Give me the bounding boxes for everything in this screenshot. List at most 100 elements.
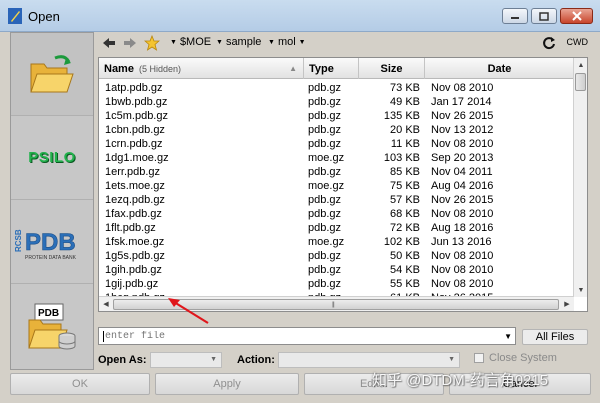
file-size-cell: 54 KB xyxy=(390,264,420,276)
svg-text:RCSB: RCSB xyxy=(14,229,23,252)
size-column-header[interactable]: Size xyxy=(359,58,425,79)
file-size-cell: 57 KB xyxy=(390,194,420,206)
file-date-cell: Nov 08 2010 xyxy=(431,264,494,276)
refresh-button[interactable] xyxy=(540,34,558,52)
file-size-cell: 73 KB xyxy=(390,82,420,94)
file-row[interactable]: 1fsk.moe.gz moe.gz 102 KB Jun 13 2016 xyxy=(99,235,574,249)
file-row[interactable]: 1atp.pdb.gz pdb.gz 73 KB Nov 08 2010 xyxy=(99,81,574,95)
title-bar: Open xyxy=(0,0,600,32)
type-column-header[interactable]: Type xyxy=(304,58,359,79)
path-segment-label: mol xyxy=(277,36,296,48)
file-filter-button[interactable]: All Files xyxy=(522,329,588,345)
vertical-scrollbar[interactable]: ▲ ▼ xyxy=(573,58,587,297)
window-title: Open xyxy=(28,9,60,24)
date-header-label: Date xyxy=(487,63,512,75)
file-name-input[interactable] xyxy=(101,329,497,343)
file-name-cell: 1c5m.pdb.gz xyxy=(105,110,168,122)
rcsb-pdb-source[interactable]: RCSB PDB PROTEIN DATA BANK xyxy=(11,200,93,284)
rcsb-pdb-logo: RCSB PDB PROTEIN DATA BANK xyxy=(14,228,77,260)
file-entry-combo[interactable]: ▼ xyxy=(98,327,516,345)
file-date-cell: Nov 08 2010 xyxy=(431,138,494,150)
file-type-cell: pdb.gz xyxy=(308,222,342,234)
file-name-cell: 1fax.pdb.gz xyxy=(105,208,162,220)
file-name-cell: 1flt.pdb.gz xyxy=(105,222,156,234)
scroll-right-icon[interactable]: ▶ xyxy=(560,297,574,311)
action-label: Action: xyxy=(237,354,275,366)
file-row[interactable]: 1flt.pdb.gz pdb.gz 72 KB Aug 18 2016 xyxy=(99,221,574,235)
file-size-cell: 11 KB xyxy=(390,138,420,150)
file-date-cell: Nov 04 2011 xyxy=(431,166,493,178)
dropdown-arrow-icon: ▼ xyxy=(216,38,223,46)
file-row[interactable]: 1dg1.moe.gz moe.gz 103 KB Sep 20 2013 xyxy=(99,151,574,165)
minimize-button[interactable] xyxy=(502,8,528,24)
pdb-database-source[interactable]: PDB xyxy=(11,284,93,370)
file-row[interactable]: 1ezq.pdb.gz pdb.gz 57 KB Nov 26 2015 xyxy=(99,193,574,207)
dropdown-arrow-icon: ▼ xyxy=(298,38,306,46)
path-segment-sample[interactable]: ▼ sample xyxy=(216,36,261,48)
maximize-button[interactable] xyxy=(531,8,557,24)
date-column-header[interactable]: Date xyxy=(425,58,574,79)
path-segment-mol[interactable]: ▼ mol ▼ xyxy=(268,36,309,48)
scroll-left-icon[interactable]: ◀ xyxy=(99,297,113,311)
hidden-count-label: (5 Hidden) xyxy=(138,64,181,74)
file-row[interactable]: 1fax.pdb.gz pdb.gz 68 KB Nov 08 2010 xyxy=(99,207,574,221)
file-date-cell: Nov 08 2010 xyxy=(431,250,494,262)
psilo-source[interactable]: PSILO xyxy=(11,116,93,200)
file-name-cell: 1ezq.pdb.gz xyxy=(105,194,165,206)
file-row[interactable]: 1ets.moe.gz moe.gz 75 KB Aug 04 2016 xyxy=(99,179,574,193)
file-type-cell: pdb.gz xyxy=(308,250,342,262)
file-date-cell: Nov 26 2015 xyxy=(431,110,494,122)
file-size-cell: 103 KB xyxy=(383,152,420,164)
file-type-cell: pdb.gz xyxy=(308,82,342,94)
svg-text:PDB: PDB xyxy=(38,308,59,319)
close-button[interactable] xyxy=(560,8,593,24)
dropdown-arrow-icon[interactable]: ▼ xyxy=(504,332,512,341)
minimize-icon xyxy=(511,17,519,19)
cwd-button[interactable]: CWD xyxy=(567,37,589,47)
dropdown-arrow-icon: ▼ xyxy=(210,356,217,363)
file-size-cell: 55 KB xyxy=(390,278,420,290)
path-toolbar: ▼ $MOE ▼ sample ▼ mol ▼ CWD xyxy=(98,32,592,54)
file-name-cell: 1gih.pdb.gz xyxy=(105,264,162,276)
scroll-up-icon[interactable]: ▲ xyxy=(574,58,587,72)
file-row[interactable]: 1c5m.pdb.gz pdb.gz 135 KB Nov 26 2015 xyxy=(99,109,574,123)
file-row[interactable]: 1cbn.pdb.gz pdb.gz 20 KB Nov 13 2012 xyxy=(99,123,574,137)
back-arrow-icon xyxy=(103,38,115,48)
file-row[interactable]: 1g5s.pdb.gz pdb.gz 50 KB Nov 08 2010 xyxy=(99,249,574,263)
file-row[interactable]: 1crn.pdb.gz pdb.gz 11 KB Nov 08 2010 xyxy=(99,137,574,151)
vertical-scroll-thumb[interactable] xyxy=(575,73,586,91)
source-panel: PSILO RCSB PDB PROTEIN DATA BANK PDB xyxy=(10,32,94,370)
file-row[interactable]: 1gij.pdb.gz pdb.gz 55 KB Nov 08 2010 xyxy=(99,277,574,291)
forward-button[interactable] xyxy=(121,34,139,52)
file-date-cell: Nov 08 2010 xyxy=(431,82,494,94)
sort-ascending-icon: ▲ xyxy=(289,64,297,73)
file-type-cell: pdb.gz xyxy=(308,96,342,108)
ok-button[interactable]: OK xyxy=(10,373,150,395)
close-system-checkbox[interactable]: Close System xyxy=(474,352,557,364)
file-size-cell: 102 KB xyxy=(383,236,420,248)
back-button[interactable] xyxy=(100,34,118,52)
scroll-down-icon[interactable]: ▼ xyxy=(574,283,587,297)
action-select[interactable]: ▼ xyxy=(278,352,460,368)
file-type-cell: pdb.gz xyxy=(308,138,342,150)
file-list[interactable]: Name (5 Hidden) ▲ Type Size Date 1atp.pdb… xyxy=(98,57,588,312)
favorites-button[interactable] xyxy=(143,34,161,52)
file-date-cell: Jun 13 2016 xyxy=(431,236,492,248)
file-row[interactable]: 1gih.pdb.gz pdb.gz 54 KB Nov 08 2010 xyxy=(99,263,574,277)
file-row[interactable]: 1err.pdb.gz pdb.gz 85 KB Nov 04 2011 xyxy=(99,165,574,179)
file-type-cell: moe.gz xyxy=(308,180,345,192)
file-name-cell: 1fsk.moe.gz xyxy=(105,236,165,248)
file-list-header: Name (5 Hidden) ▲ Type Size Date xyxy=(99,58,574,79)
open-as-select[interactable]: ▼ xyxy=(150,352,222,368)
file-name-cell: 1dg1.moe.gz xyxy=(105,152,169,164)
watermark-text: 知乎 @DTDM-药言角0215 xyxy=(372,372,549,389)
file-type-cell: pdb.gz xyxy=(308,194,342,206)
name-header-label: Name xyxy=(104,63,134,75)
file-name-cell: 1err.pdb.gz xyxy=(105,166,161,178)
name-column-header[interactable]: Name (5 Hidden) ▲ xyxy=(99,58,304,79)
apply-button[interactable]: Apply xyxy=(155,373,299,395)
file-size-cell: 135 KB xyxy=(383,110,420,122)
file-row[interactable]: 1bwb.pdb.gz pdb.gz 49 KB Jan 17 2014 xyxy=(99,95,574,109)
path-segment-moe[interactable]: ▼ $MOE xyxy=(170,36,211,48)
open-folder-source[interactable] xyxy=(11,33,93,116)
